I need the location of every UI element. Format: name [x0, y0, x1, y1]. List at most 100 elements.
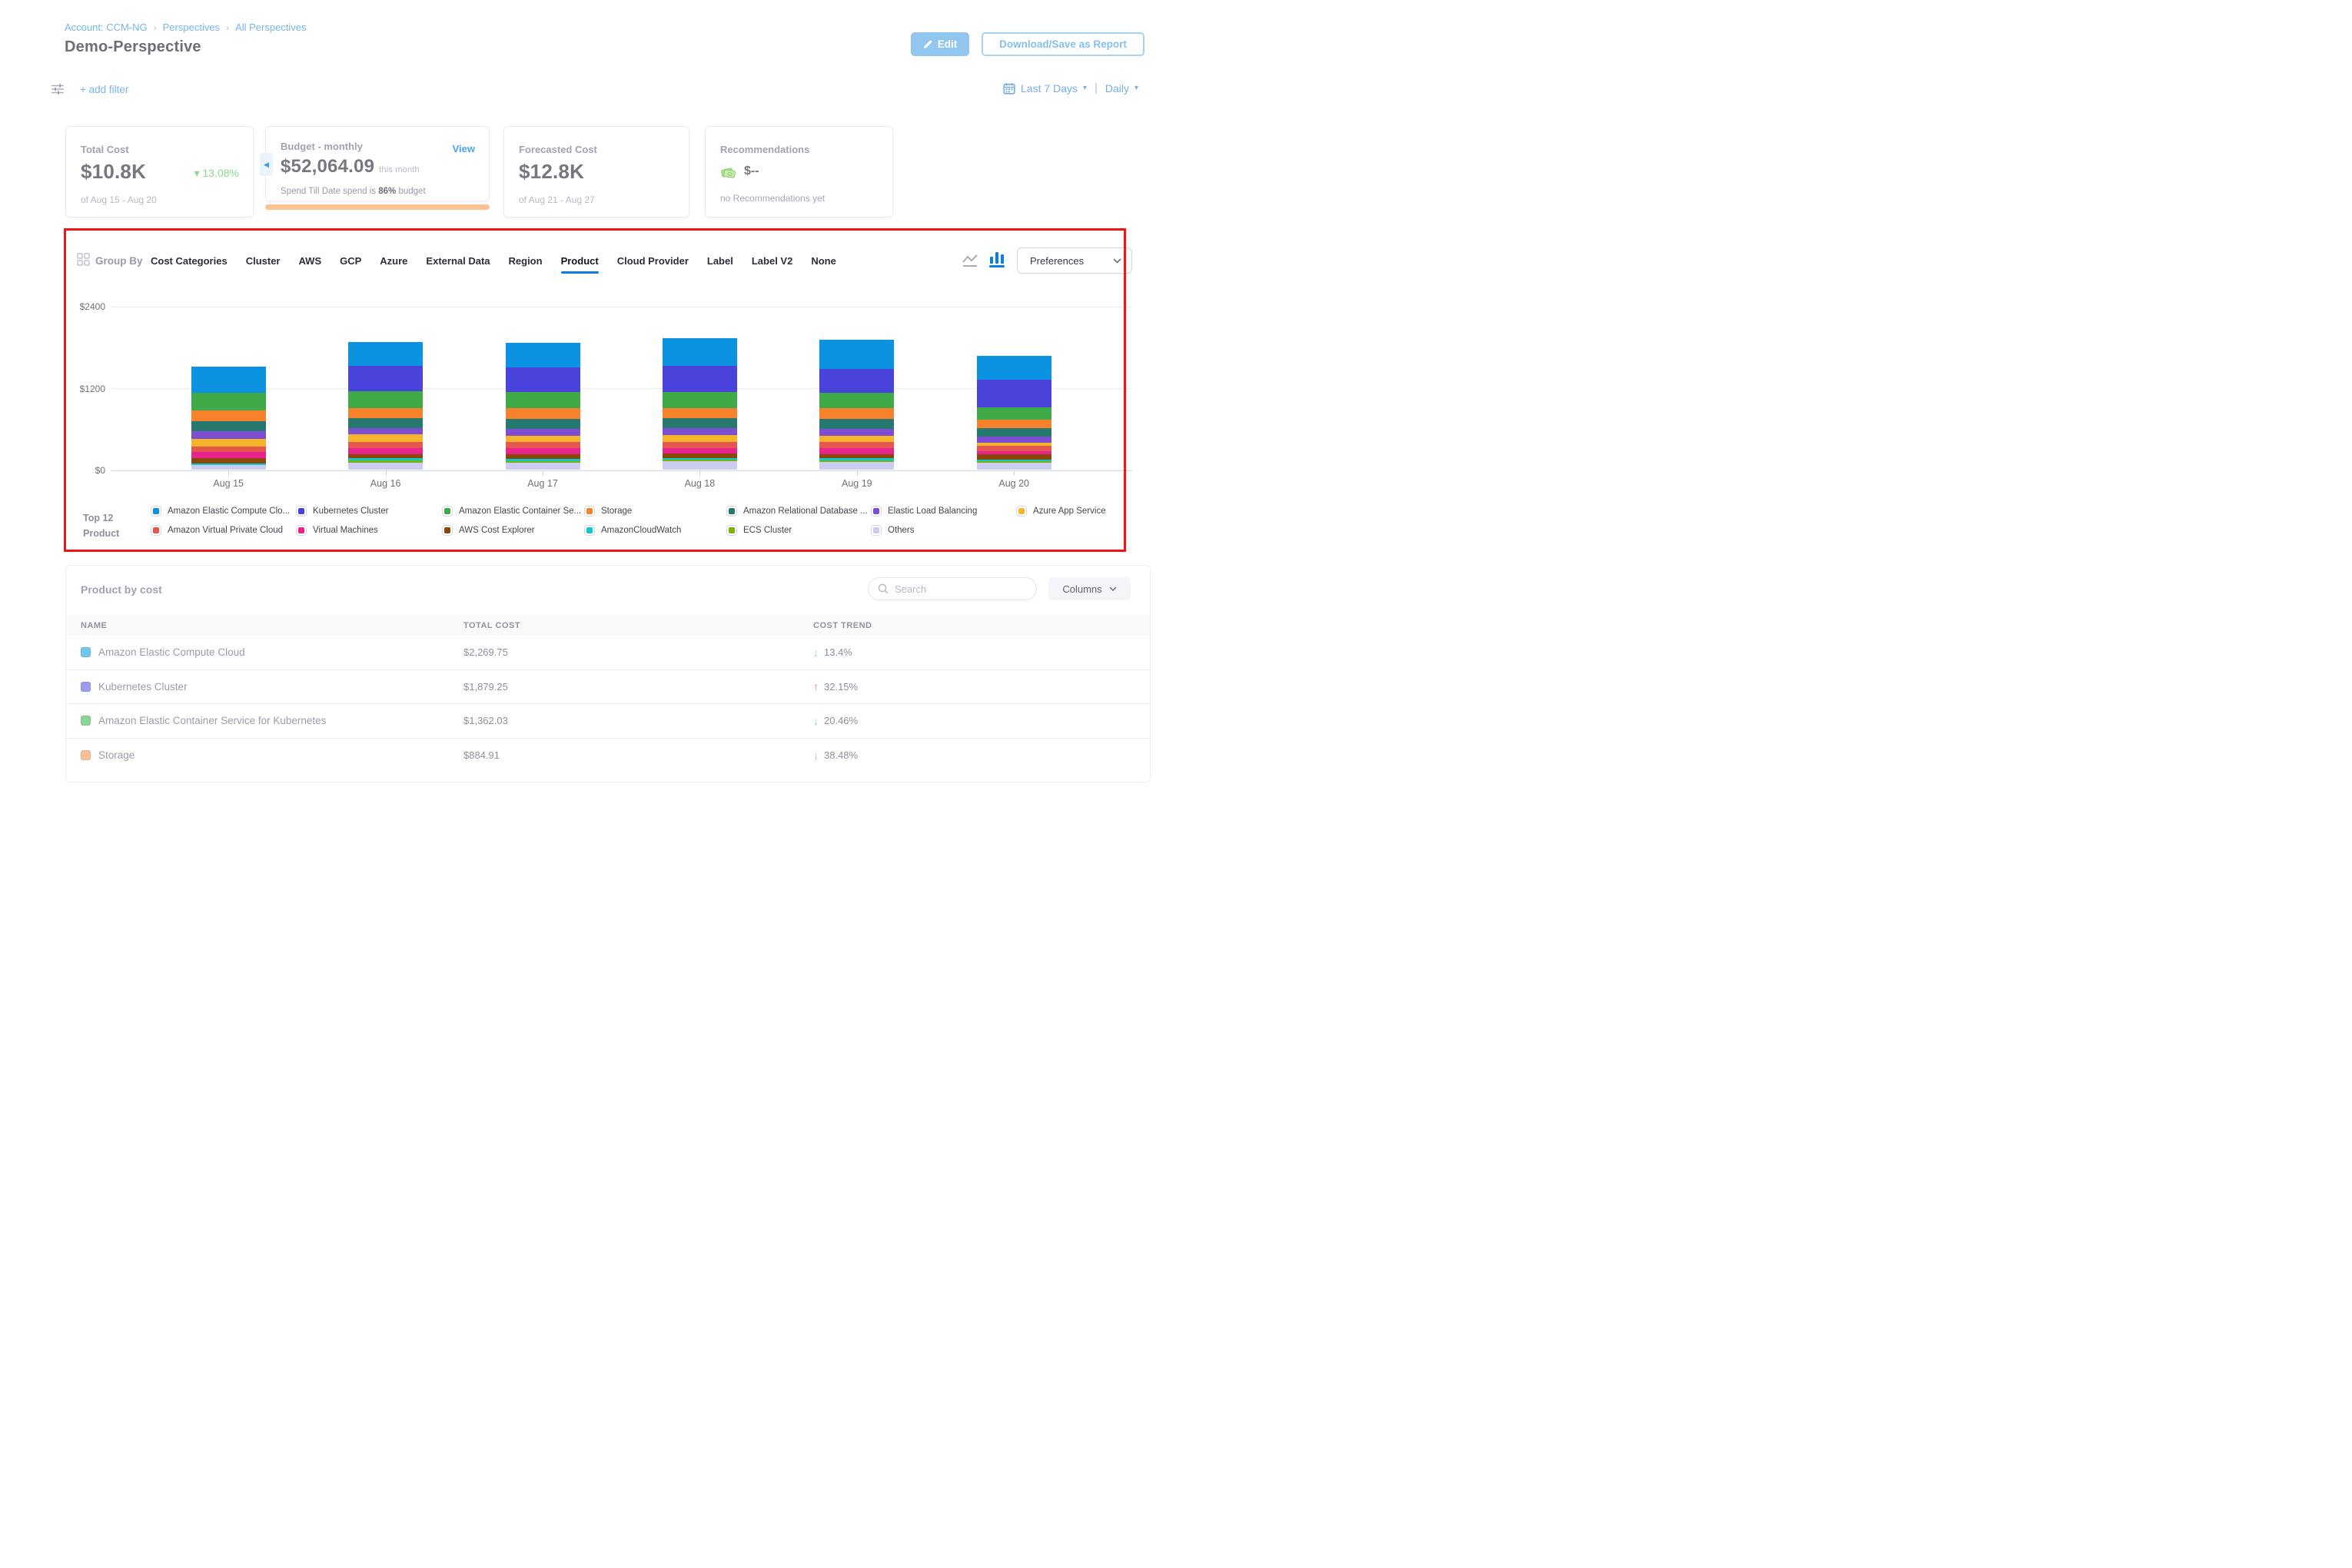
bar-segment[interactable] [506, 367, 580, 392]
bar-segment[interactable] [506, 429, 580, 436]
bar-segment[interactable] [819, 448, 894, 454]
bar-segment[interactable] [191, 367, 266, 393]
bar-segment[interactable] [977, 446, 1051, 451]
bar-segment[interactable] [663, 392, 737, 408]
bar-segment[interactable] [663, 418, 737, 428]
bar-segment[interactable] [348, 418, 423, 428]
bar-segment[interactable] [663, 366, 737, 391]
trend-down-arrow-icon: ↓ [813, 715, 819, 727]
group-by-tab-cost-categories[interactable]: Cost Categories [151, 255, 228, 267]
bar-segment[interactable] [506, 408, 580, 418]
bar-segment[interactable] [348, 434, 423, 441]
group-by-tab-label-v2[interactable]: Label V2 [752, 255, 792, 267]
bar-segment[interactable] [348, 342, 423, 367]
bar-segment[interactable] [819, 436, 894, 443]
line-chart-icon[interactable] [962, 254, 978, 267]
table-row[interactable]: Amazon Elastic Container Service for Kub… [66, 704, 1150, 739]
group-by-tab-region[interactable]: Region [509, 255, 543, 267]
breadcrumb-item[interactable]: Perspectives [163, 22, 220, 33]
bar-segment[interactable] [977, 437, 1051, 442]
bar-segment[interactable] [819, 393, 894, 409]
edit-button[interactable]: Edit [911, 32, 969, 56]
bar-segment[interactable] [819, 369, 894, 392]
bar-segment[interactable] [819, 462, 894, 470]
group-by-tab-external-data[interactable]: External Data [426, 255, 490, 267]
filter-sliders-icon[interactable] [51, 83, 65, 95]
bar-segment[interactable] [663, 448, 737, 453]
cell-name: Storage [66, 749, 463, 761]
bar-segment[interactable] [191, 431, 266, 439]
bar-segment[interactable] [819, 408, 894, 418]
bar-segment[interactable] [819, 429, 894, 436]
bar-segment[interactable] [191, 421, 266, 431]
bar-segment[interactable] [506, 442, 580, 448]
bar-segment[interactable] [506, 419, 580, 429]
bar-segment[interactable] [191, 410, 266, 421]
legend-label: ECS Cluster [743, 526, 792, 535]
group-by-tab-none[interactable]: None [811, 255, 836, 267]
group-by-tab-aws[interactable]: AWS [299, 255, 322, 267]
bar-segment[interactable] [506, 392, 580, 408]
download-save-report-button[interactable]: Download/Save as Report [982, 32, 1144, 56]
columns-dropdown[interactable]: Columns [1048, 577, 1131, 600]
bar-segment[interactable] [191, 447, 266, 453]
bar-segment[interactable] [348, 442, 423, 448]
stacked-bar-aug-17[interactable] [506, 343, 580, 470]
bar-segment[interactable] [663, 408, 737, 418]
table-row[interactable]: Storage$884.91↓38.48% [66, 739, 1150, 773]
bar-segment[interactable] [506, 463, 580, 470]
bar-segment[interactable] [506, 436, 580, 443]
table-row[interactable]: Kubernetes Cluster$1,879.25↑32.15% [66, 670, 1150, 705]
add-filter-button[interactable]: + add filter [80, 84, 128, 95]
date-range-dropdown[interactable]: Last 7 Days ▾ [1003, 82, 1087, 95]
breadcrumb-item[interactable]: All Perspectives [235, 22, 306, 33]
row-color-swatch [81, 716, 91, 726]
bar-segment[interactable] [977, 356, 1051, 380]
group-by-tab-product[interactable]: Product [561, 255, 599, 267]
bar-segment[interactable] [819, 442, 894, 448]
group-by-tab-gcp[interactable]: GCP [340, 255, 361, 267]
bar-segment[interactable] [191, 439, 266, 447]
stacked-bar-aug-20[interactable] [977, 356, 1051, 470]
bar-segment[interactable] [191, 465, 266, 470]
bar-segment[interactable] [977, 454, 1051, 460]
bar-segment[interactable] [977, 420, 1051, 427]
budget-view-link[interactable]: View [453, 143, 475, 154]
bar-segment[interactable] [506, 343, 580, 368]
group-by-tab-label[interactable]: Label [707, 255, 733, 267]
group-by-tab-cloud-provider[interactable]: Cloud Provider [617, 255, 689, 267]
bar-segment[interactable] [819, 419, 894, 429]
bar-segment[interactable] [506, 448, 580, 454]
carousel-left-arrow-button[interactable]: ◀ [260, 153, 273, 176]
group-by-tab-azure[interactable]: Azure [380, 255, 407, 267]
stacked-bar-aug-19[interactable] [819, 340, 894, 470]
bar-segment[interactable] [348, 408, 423, 418]
bar-segment[interactable] [191, 452, 266, 458]
bar-chart-icon[interactable] [989, 252, 1005, 267]
bar-segment[interactable] [348, 463, 423, 470]
bar-segment[interactable] [977, 428, 1051, 437]
bar-segment[interactable] [348, 448, 423, 454]
bar-segment[interactable] [191, 393, 266, 410]
stacked-bar-aug-16[interactable] [348, 342, 423, 470]
bar-segment[interactable] [348, 366, 423, 391]
bar-segment[interactable] [663, 338, 737, 366]
table-row[interactable]: Amazon Elastic Compute Cloud$2,269.75↓13… [66, 636, 1150, 670]
bar-segment[interactable] [348, 428, 423, 434]
bar-segment[interactable] [977, 463, 1051, 470]
granularity-dropdown[interactable]: Daily ▾ [1105, 82, 1138, 95]
breadcrumb-item[interactable]: Account: CCM-NG [65, 22, 148, 33]
bar-segment[interactable] [663, 461, 737, 470]
bar-segment[interactable] [819, 340, 894, 370]
search-input[interactable] [895, 583, 1018, 595]
bar-segment[interactable] [977, 380, 1051, 408]
group-by-tab-cluster[interactable]: Cluster [246, 255, 281, 267]
preferences-dropdown[interactable]: Preferences [1017, 247, 1132, 274]
bar-segment[interactable] [663, 442, 737, 448]
stacked-bar-aug-18[interactable] [663, 338, 737, 470]
bar-segment[interactable] [663, 428, 737, 435]
bar-segment[interactable] [348, 391, 423, 407]
bar-segment[interactable] [977, 407, 1051, 420]
stacked-bar-aug-15[interactable] [191, 367, 266, 470]
bar-segment[interactable] [663, 435, 737, 441]
